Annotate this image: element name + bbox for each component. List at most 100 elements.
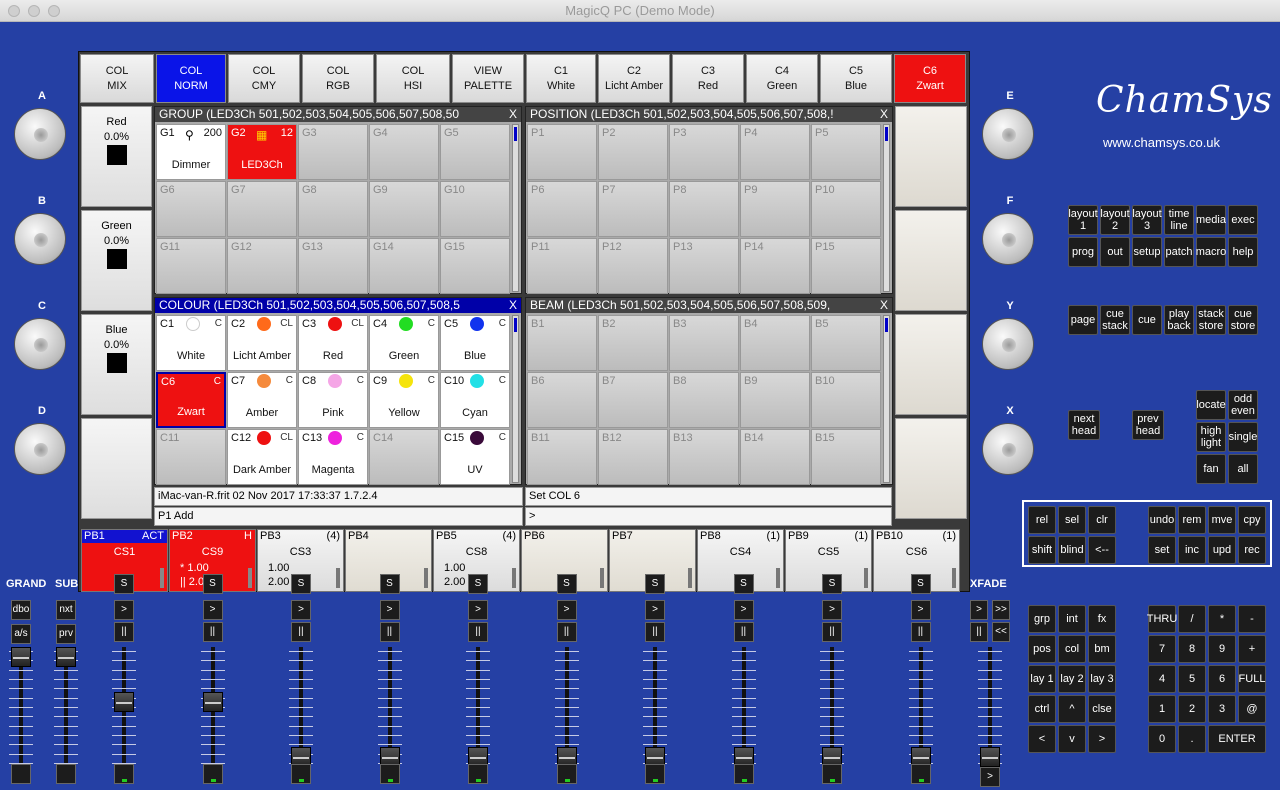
beam-cell[interactable]: B4: [740, 315, 810, 371]
scroll-thumb[interactable]: [885, 318, 888, 332]
group-cell[interactable]: G11: [156, 238, 226, 294]
colour-cell[interactable]: C4 C Green: [369, 315, 439, 371]
key-setup[interactable]: setup: [1132, 237, 1162, 267]
select-button-pb6[interactable]: S: [556, 574, 577, 594]
position-cell[interactable]: P9: [740, 181, 810, 237]
group-cell[interactable]: G4: [369, 124, 439, 180]
colour-cell[interactable]: C1 C White: [156, 315, 226, 371]
group-cell[interactable]: G8: [298, 181, 368, 237]
colour-cell[interactable]: C9 C Yellow: [369, 372, 439, 428]
softkey-c4-green[interactable]: C4 Green: [746, 54, 818, 103]
flash-button-pb5[interactable]: [468, 764, 488, 784]
encoder-blue-box[interactable]: Blue 0.0%: [81, 314, 152, 415]
select-button-pb3[interactable]: S: [291, 574, 311, 594]
key-out[interactable]: out: [1100, 237, 1130, 267]
pause-button-pb8[interactable]: ||: [733, 622, 754, 642]
colour-cell[interactable]: C3 CL Red: [298, 315, 368, 371]
key-func-lay-1[interactable]: lay 1: [1028, 665, 1056, 693]
colour-cell[interactable]: C10 C Cyan: [440, 372, 510, 428]
go-button-pb6[interactable]: >: [556, 600, 577, 620]
position-window[interactable]: POSITION (LED3Ch 501,502,503,504,505,506…: [525, 106, 893, 294]
flash-button-pb8[interactable]: [733, 764, 754, 784]
softkey-c6-zwart[interactable]: C6 Zwart: [894, 54, 966, 103]
beam-cell[interactable]: B5: [811, 315, 881, 371]
key-blind[interactable]: blind: [1058, 536, 1086, 564]
position-cell[interactable]: P11: [527, 238, 597, 294]
position-cell[interactable]: P14: [740, 238, 810, 294]
right-softkey-1[interactable]: [895, 106, 967, 207]
close-window-button[interactable]: X: [880, 298, 888, 313]
key-shift[interactable]: shift: [1028, 536, 1056, 564]
key-rec[interactable]: rec: [1238, 536, 1266, 564]
key-highlight[interactable]: high light: [1196, 422, 1226, 452]
flash-button-pb9[interactable]: [822, 764, 842, 784]
key-num-3[interactable]: 3: [1208, 695, 1236, 723]
key-nxt[interactable]: nxt: [56, 600, 76, 620]
position-cell[interactable]: P15: [811, 238, 881, 294]
pause-button-pb7[interactable]: ||: [645, 622, 665, 642]
beam-cell[interactable]: B2: [598, 315, 668, 371]
key-exec[interactable]: exec: [1228, 205, 1258, 235]
key-func-<[interactable]: <: [1028, 725, 1056, 753]
key-func-lay-3[interactable]: lay 3: [1088, 665, 1116, 693]
pause-button-pb5[interactable]: ||: [468, 622, 488, 642]
key-prev-head[interactable]: prev head: [1132, 410, 1164, 440]
key-oddeven[interactable]: odd even: [1228, 390, 1258, 420]
xfade-key-3[interactable]: ||: [970, 622, 988, 642]
beam-cell[interactable]: B15: [811, 429, 881, 485]
key-next-head[interactable]: next head: [1068, 410, 1100, 440]
pause-button-pb6[interactable]: ||: [556, 622, 577, 642]
colour-window[interactable]: COLOUR (LED3Ch 501,502,503,504,505,506,5…: [154, 297, 522, 485]
grand-fader-cap[interactable]: [11, 647, 31, 667]
key-num-5[interactable]: 5: [1178, 665, 1206, 693]
key-num-*[interactable]: *: [1208, 605, 1236, 633]
flash-button-pb3[interactable]: [291, 764, 311, 784]
go-button-pb8[interactable]: >: [733, 600, 754, 620]
position-cell[interactable]: P2: [598, 124, 668, 180]
go-button-pb2[interactable]: >: [202, 600, 223, 620]
softkey-c2-licht-amber[interactable]: C2 Licht Amber: [598, 54, 670, 103]
group-cell[interactable]: G15: [440, 238, 510, 294]
key-func-^[interactable]: ^: [1058, 695, 1086, 723]
key-upd[interactable]: upd: [1208, 536, 1236, 564]
key-num-THRU[interactable]: THRU: [1147, 605, 1177, 633]
xfade-fader-cap[interactable]: [980, 747, 1000, 767]
grand-flash-button[interactable]: [11, 764, 31, 784]
key-mve[interactable]: mve: [1208, 506, 1236, 534]
key-cue[interactable]: cue: [1132, 305, 1162, 335]
key-fan[interactable]: fan: [1196, 454, 1226, 484]
window-scrollbar[interactable]: [512, 315, 519, 483]
key-func-bm[interactable]: bm: [1088, 635, 1116, 663]
key-num-2[interactable]: 2: [1178, 695, 1206, 723]
xfade-go-button[interactable]: >: [980, 767, 1000, 787]
colour-cell[interactable]: C14: [369, 429, 439, 485]
key-rem[interactable]: rem: [1178, 506, 1206, 534]
key-dbo[interactable]: dbo: [11, 600, 31, 620]
group-cell[interactable]: G6: [156, 181, 226, 237]
key-num-0[interactable]: 0: [1148, 725, 1176, 753]
key-cuestore[interactable]: cue store: [1228, 305, 1258, 335]
position-cell[interactable]: P6: [527, 181, 597, 237]
right-softkey-2[interactable]: [895, 210, 967, 311]
key-layout1[interactable]: layout 1: [1068, 205, 1098, 235]
pause-button-pb1[interactable]: ||: [114, 622, 134, 642]
key-num-FULL[interactable]: FULL: [1238, 665, 1266, 693]
close-window-button[interactable]: X: [509, 107, 517, 122]
key-all[interactable]: all: [1228, 454, 1258, 484]
key-func-int[interactable]: int: [1058, 605, 1086, 633]
key-cpy[interactable]: cpy: [1238, 506, 1266, 534]
go-button-pb4[interactable]: >: [379, 600, 400, 620]
key-layout2[interactable]: layout 2: [1100, 205, 1130, 235]
key-num-9[interactable]: 9: [1208, 635, 1236, 663]
group-cell[interactable]: G10: [440, 181, 510, 237]
minimize-window-icon[interactable]: [28, 5, 40, 17]
scroll-thumb[interactable]: [514, 127, 517, 141]
select-button-pb10[interactable]: S: [910, 574, 931, 594]
beam-cell[interactable]: B10: [811, 372, 881, 428]
pause-button-pb2[interactable]: ||: [202, 622, 223, 642]
playback-fader-2-cap[interactable]: [202, 692, 223, 712]
flash-button-pb10[interactable]: [910, 764, 931, 784]
window-scrollbar[interactable]: [883, 124, 890, 292]
window-scrollbar[interactable]: [883, 315, 890, 483]
beam-cell[interactable]: B11: [527, 429, 597, 485]
